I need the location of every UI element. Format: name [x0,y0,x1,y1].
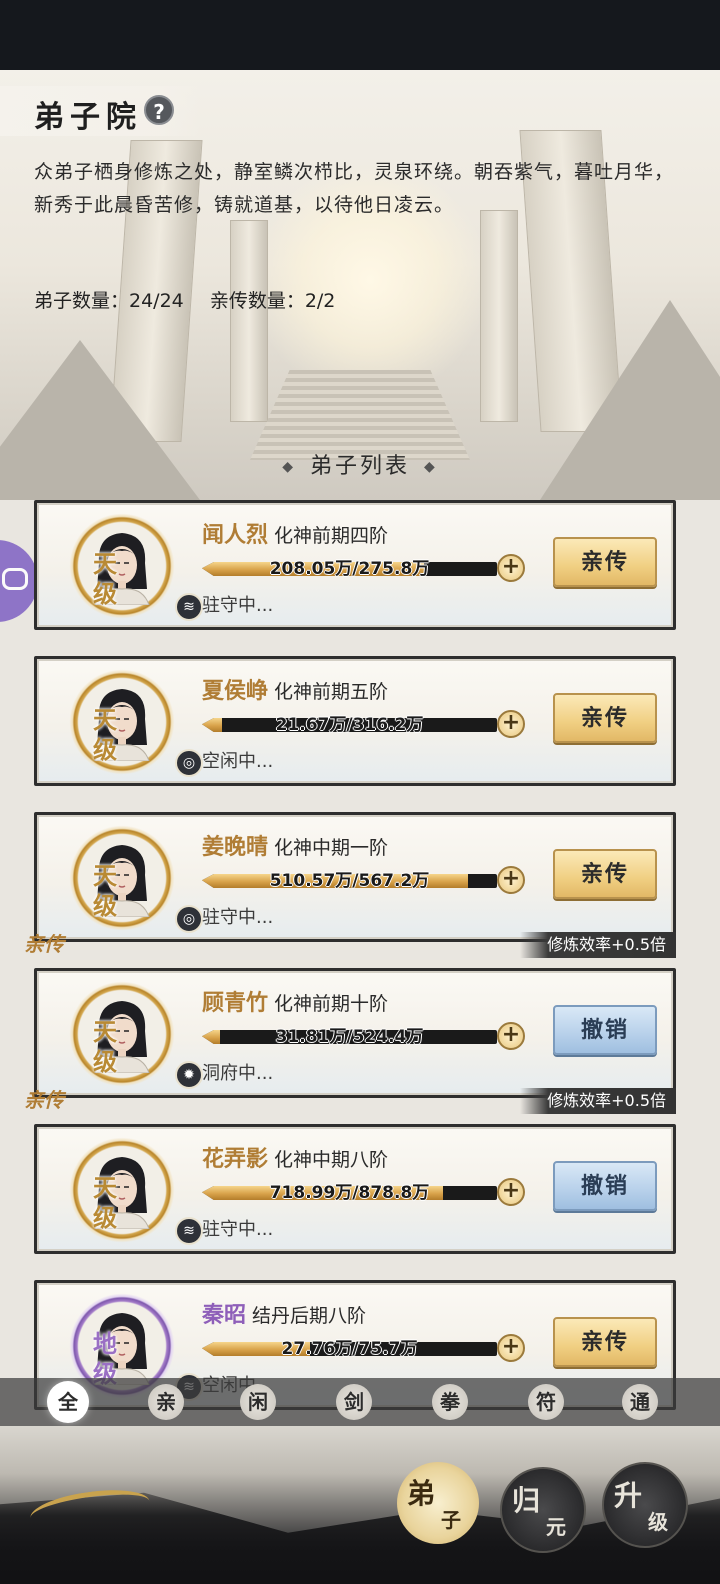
page-description: 众弟子栖身修炼之处，静室鳞次栉比，灵泉环绕。朝吞紫气，暮吐月华，新秀于此晨昏苦修… [34,161,675,216]
filter-button[interactable]: 通 [622,1384,658,1420]
nav-guiyuan-button[interactable]: 归 元 [500,1467,586,1553]
nav-upgrade-button[interactable]: 升 级 [602,1462,688,1548]
stone-pillar [480,210,518,422]
disciple-name: 姜晚晴 化神中期一阶 [202,829,388,861]
disciple-card[interactable]: 天级 ◎ 姜晚晴 化神中期一阶 510.57万/567.2万 + 驻守中... 亲… [34,812,676,942]
disciple-name: 秦昭 结丹后期八阶 [202,1297,366,1329]
disciple-name-text: 秦昭 [202,1302,247,1328]
stone-pillar [230,220,268,422]
add-cultivation-button[interactable]: + [497,710,525,738]
gamepad-icon [2,568,28,590]
avatar[interactable]: 天级 ◎ [69,669,203,777]
nav-disciples-char1: 弟 [407,1477,436,1510]
filter-button[interactable]: 闲 [240,1384,276,1420]
filter-button[interactable]: 剑 [336,1384,372,1420]
water-element-icon: ≋ [175,593,203,621]
disciple-status: 洞府中... [202,1063,274,1084]
progress-text: 208.05万/275.8万 [269,559,430,579]
personal-tag: 亲传 [24,932,64,956]
ornament-right: ◆ [424,459,438,475]
add-cultivation-button[interactable]: + [497,1022,525,1050]
filter-button[interactable]: 全 [50,1384,86,1420]
nav-upgrade-char2: 级 [648,1510,668,1534]
personal-disciple-button[interactable]: 亲传 [553,693,657,743]
disciple-rank: 化神前期五阶 [274,681,389,703]
disciple-name-text: 顾青竹 [202,990,269,1016]
page-title: 弟子院 [34,100,142,135]
disciple-status: 驻守中... [202,907,274,928]
progress-text: 718.99万/878.8万 [269,1183,430,1203]
list-title: 弟子列表 [309,454,410,479]
add-cultivation-button[interactable]: + [497,1178,525,1206]
filter-bar: 全亲闲剑拳符通 [0,1378,720,1426]
personal-disciple-button[interactable]: 亲传 [553,849,657,899]
top-status-bar [0,0,720,70]
nav-guiyuan-char1: 归 [512,1484,541,1517]
progress-text: 27.76万/75.7万 [281,1339,418,1359]
counts-row: 弟子数量：24/24 亲传数量：2/2 [34,286,355,313]
wind-element-icon: ◎ [175,749,203,777]
grade-label: 天级 [93,705,117,764]
disciple-name-text: 花弄影 [202,1146,269,1172]
nav-guiyuan-char2: 元 [546,1515,566,1539]
disciple-name: 夏侯峥 化神前期五阶 [202,673,388,705]
grade-label: 天级 [93,1173,117,1232]
disciple-rank: 化神前期四阶 [274,525,389,547]
avatar[interactable]: 天级 ≋ [69,513,203,621]
disciple-status: 驻守中... [202,1219,274,1240]
revoke-button[interactable]: 撤销 [553,1161,657,1211]
buff-label: 修炼效率+0.5倍 [520,1088,676,1114]
disciple-status: 驻守中... [202,595,274,616]
disciple-rank: 化神前期十阶 [274,993,389,1015]
disciple-name-text: 姜晚晴 [202,834,269,860]
disciple-name: 闻人烈 化神前期四阶 [202,517,388,549]
grade-label: 天级 [93,549,117,608]
grade-label: 天级 [93,861,117,920]
disciple-card[interactable]: 天级 ≋ 闻人烈 化神前期四阶 208.05万/275.8万 + 驻守中... 亲… [34,500,676,630]
nav-upgrade-char1: 升 [614,1479,643,1512]
disciple-card[interactable]: 天级 ≋ 花弄影 化神中期八阶 718.99万/878.8万 + 驻守中... 撤… [34,1124,676,1254]
temple-steps [250,370,470,460]
disciple-rank: 化神中期一阶 [274,837,389,859]
disciple-name: 花弄影 化神中期八阶 [202,1141,388,1173]
add-cultivation-button[interactable]: + [497,866,525,894]
personal-tag: 亲传 [24,1088,64,1112]
nav-disciples-button[interactable]: 弟 子 [397,1462,479,1544]
filter-button[interactable]: 符 [528,1384,564,1420]
add-cultivation-button[interactable]: + [497,1334,525,1362]
fire-element-icon: ✹ [175,1061,203,1089]
disciple-status: 空闲中... [202,751,274,772]
disciple-name-text: 夏侯峥 [202,678,269,704]
avatar[interactable]: 天级 ≋ [69,1137,203,1245]
avatar[interactable]: 天级 ✹ [69,981,203,1089]
help-icon[interactable]: ? [144,95,174,125]
personal-disciple-button[interactable]: 亲传 [553,1317,657,1367]
grade-label: 天级 [93,1017,117,1076]
disciple-name-text: 闻人烈 [202,522,269,548]
disciple-count: 弟子数量：24/24 [34,290,184,312]
personal-disciple-button[interactable]: 亲传 [553,537,657,587]
disciple-name: 顾青竹 化神前期十阶 [202,985,388,1017]
nav-disciples-char2: 子 [441,1508,461,1532]
gamepad-float-button[interactable] [0,540,38,622]
water-element-icon: ≋ [175,1217,203,1245]
personal-count: 亲传数量：2/2 [209,290,336,312]
filter-button[interactable]: 拳 [432,1384,468,1420]
wind-element-icon: ◎ [175,905,203,933]
add-cultivation-button[interactable]: + [497,554,525,582]
list-header: ◆ 弟子列表 ◆ [0,448,720,480]
progress-text: 31.81万/524.4万 [275,1027,424,1047]
progress-text: 21.67万/316.2万 [275,715,424,735]
disciple-card[interactable]: 天级 ✹ 顾青竹 化神前期十阶 31.81万/524.4万 + 洞府中... 撤销 [34,968,676,1098]
filter-button[interactable]: 亲 [148,1384,184,1420]
ornament-left: ◆ [282,459,296,475]
progress-text: 510.57万/567.2万 [269,871,430,891]
avatar[interactable]: 天级 ◎ [69,825,203,933]
disciple-rank: 结丹后期八阶 [252,1305,367,1327]
disciple-rank: 化神中期八阶 [274,1149,389,1171]
buff-label: 修炼效率+0.5倍 [520,932,676,958]
disciple-card[interactable]: 天级 ◎ 夏侯峥 化神前期五阶 21.67万/316.2万 + 空闲中... 亲传 [34,656,676,786]
revoke-button[interactable]: 撤销 [553,1005,657,1055]
